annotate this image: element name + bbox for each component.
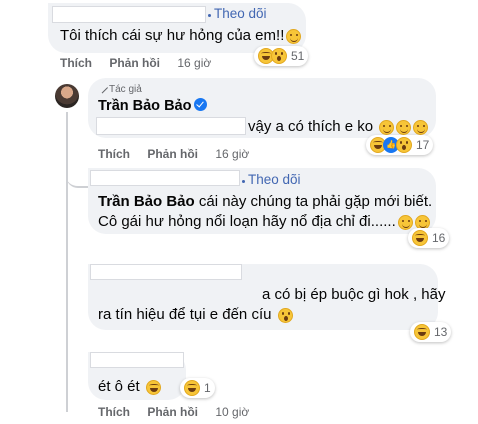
redacted-mention: [96, 117, 246, 135]
reply-button[interactable]: Phản hồi: [109, 56, 160, 70]
like-button[interactable]: Thích: [98, 405, 130, 419]
timestamp[interactable]: 16 giờ: [177, 56, 211, 70]
timestamp[interactable]: 16 giờ: [215, 147, 249, 161]
wow-reaction-icon: [271, 48, 287, 64]
follow-link[interactable]: Theo dõi: [248, 172, 301, 187]
author-badge: Tác giả: [95, 81, 142, 95]
haha-reaction-icon: [414, 324, 430, 340]
grin-emoji-icon: [396, 119, 412, 135]
comment-text-content: vậy a có thích e ko: [248, 118, 374, 135]
comment-text: Tôi thích cái sự hư hỏng của em!!: [60, 26, 302, 46]
comment-actions: Thích Phản hồi 16 giờ: [98, 147, 249, 161]
haha-reaction-icon: [184, 380, 200, 396]
mention-link[interactable]: Trần Bảo Bảo: [98, 193, 195, 210]
author-name-label: Trần Bảo Bảo: [98, 98, 192, 114]
reaction-summary[interactable]: 1: [180, 378, 215, 398]
follow-link[interactable]: Theo dõi: [214, 6, 267, 21]
reply-button[interactable]: Phản hồi: [147, 147, 198, 161]
author-badge-label: Tác giả: [109, 84, 142, 95]
like-button[interactable]: Thích: [98, 147, 130, 161]
comment-text-content: ét ô ét: [98, 378, 140, 395]
reaction-summary[interactable]: 16: [408, 228, 450, 248]
reaction-summary[interactable]: 17: [366, 135, 434, 155]
separator-dot: [208, 14, 211, 17]
avatar[interactable]: [55, 84, 79, 108]
reaction-count: 1: [204, 381, 211, 395]
grin-emoji-icon: [397, 214, 413, 230]
reaction-count: 17: [416, 138, 430, 152]
comment-text: Trần Bảo Bảo cái này chúng ta phải gặp m…: [98, 192, 432, 212]
reaction-count: 16: [432, 231, 446, 245]
reaction-count: 13: [434, 325, 448, 339]
redacted-name: [90, 264, 242, 280]
like-button[interactable]: Thích: [60, 56, 92, 70]
comment-text: ét ô ét: [98, 377, 161, 397]
thread-line: [66, 112, 68, 412]
redacted-name: [52, 6, 206, 23]
comment-text-line: Cô gái hư hỏng nổi loạn hãy nổ địa chỉ đ…: [98, 213, 396, 230]
comment-text-line: cái này chúng ta phải gặp mới biết.: [198, 193, 433, 210]
wow-reaction-icon: [396, 137, 412, 153]
grin-emoji-icon: [286, 28, 302, 44]
comment-text: a có bị ép buộc gì hok , hãy: [262, 285, 445, 305]
comment-text: ra tín hiệu để tụi e đến cíu: [98, 305, 293, 325]
comment-actions: Thích Phản hồi 10 giờ: [98, 405, 249, 419]
thread-connector: [66, 160, 88, 188]
comment-text-line: a có bị ép buộc gì hok , hãy: [262, 286, 446, 303]
reaction-summary[interactable]: 51: [254, 46, 309, 66]
comment-actions: Thích Phản hồi 16 giờ: [60, 56, 211, 70]
redacted-name: [90, 352, 184, 368]
comment-text: vậy a có thích e ko: [248, 117, 429, 137]
reaction-count: 51: [291, 49, 305, 63]
reaction-summary[interactable]: 13: [410, 322, 452, 342]
comment-text: Cô gái hư hỏng nổi loạn hãy nổ địa chỉ đ…: [98, 212, 430, 232]
reply-button[interactable]: Phản hồi: [147, 405, 198, 419]
comment-text-content: Tôi thích cái sự hư hỏng của em!!: [60, 27, 285, 44]
grin-emoji-icon: [413, 119, 429, 135]
haha-reaction-icon: [412, 230, 428, 246]
worried-emoji-icon: [277, 307, 293, 323]
pen-icon: [95, 81, 109, 94]
redacted-name: [90, 170, 240, 186]
timestamp[interactable]: 10 giờ: [215, 405, 249, 419]
separator-dot: [242, 180, 245, 183]
verified-badge-icon: [194, 98, 208, 111]
author-name[interactable]: Trần Bảo Bảo: [98, 96, 208, 116]
laughing-emoji-icon: [145, 379, 161, 395]
comment-text-line: ra tín hiệu để tụi e đến cíu: [98, 306, 272, 323]
grin-emoji-icon: [379, 119, 395, 135]
